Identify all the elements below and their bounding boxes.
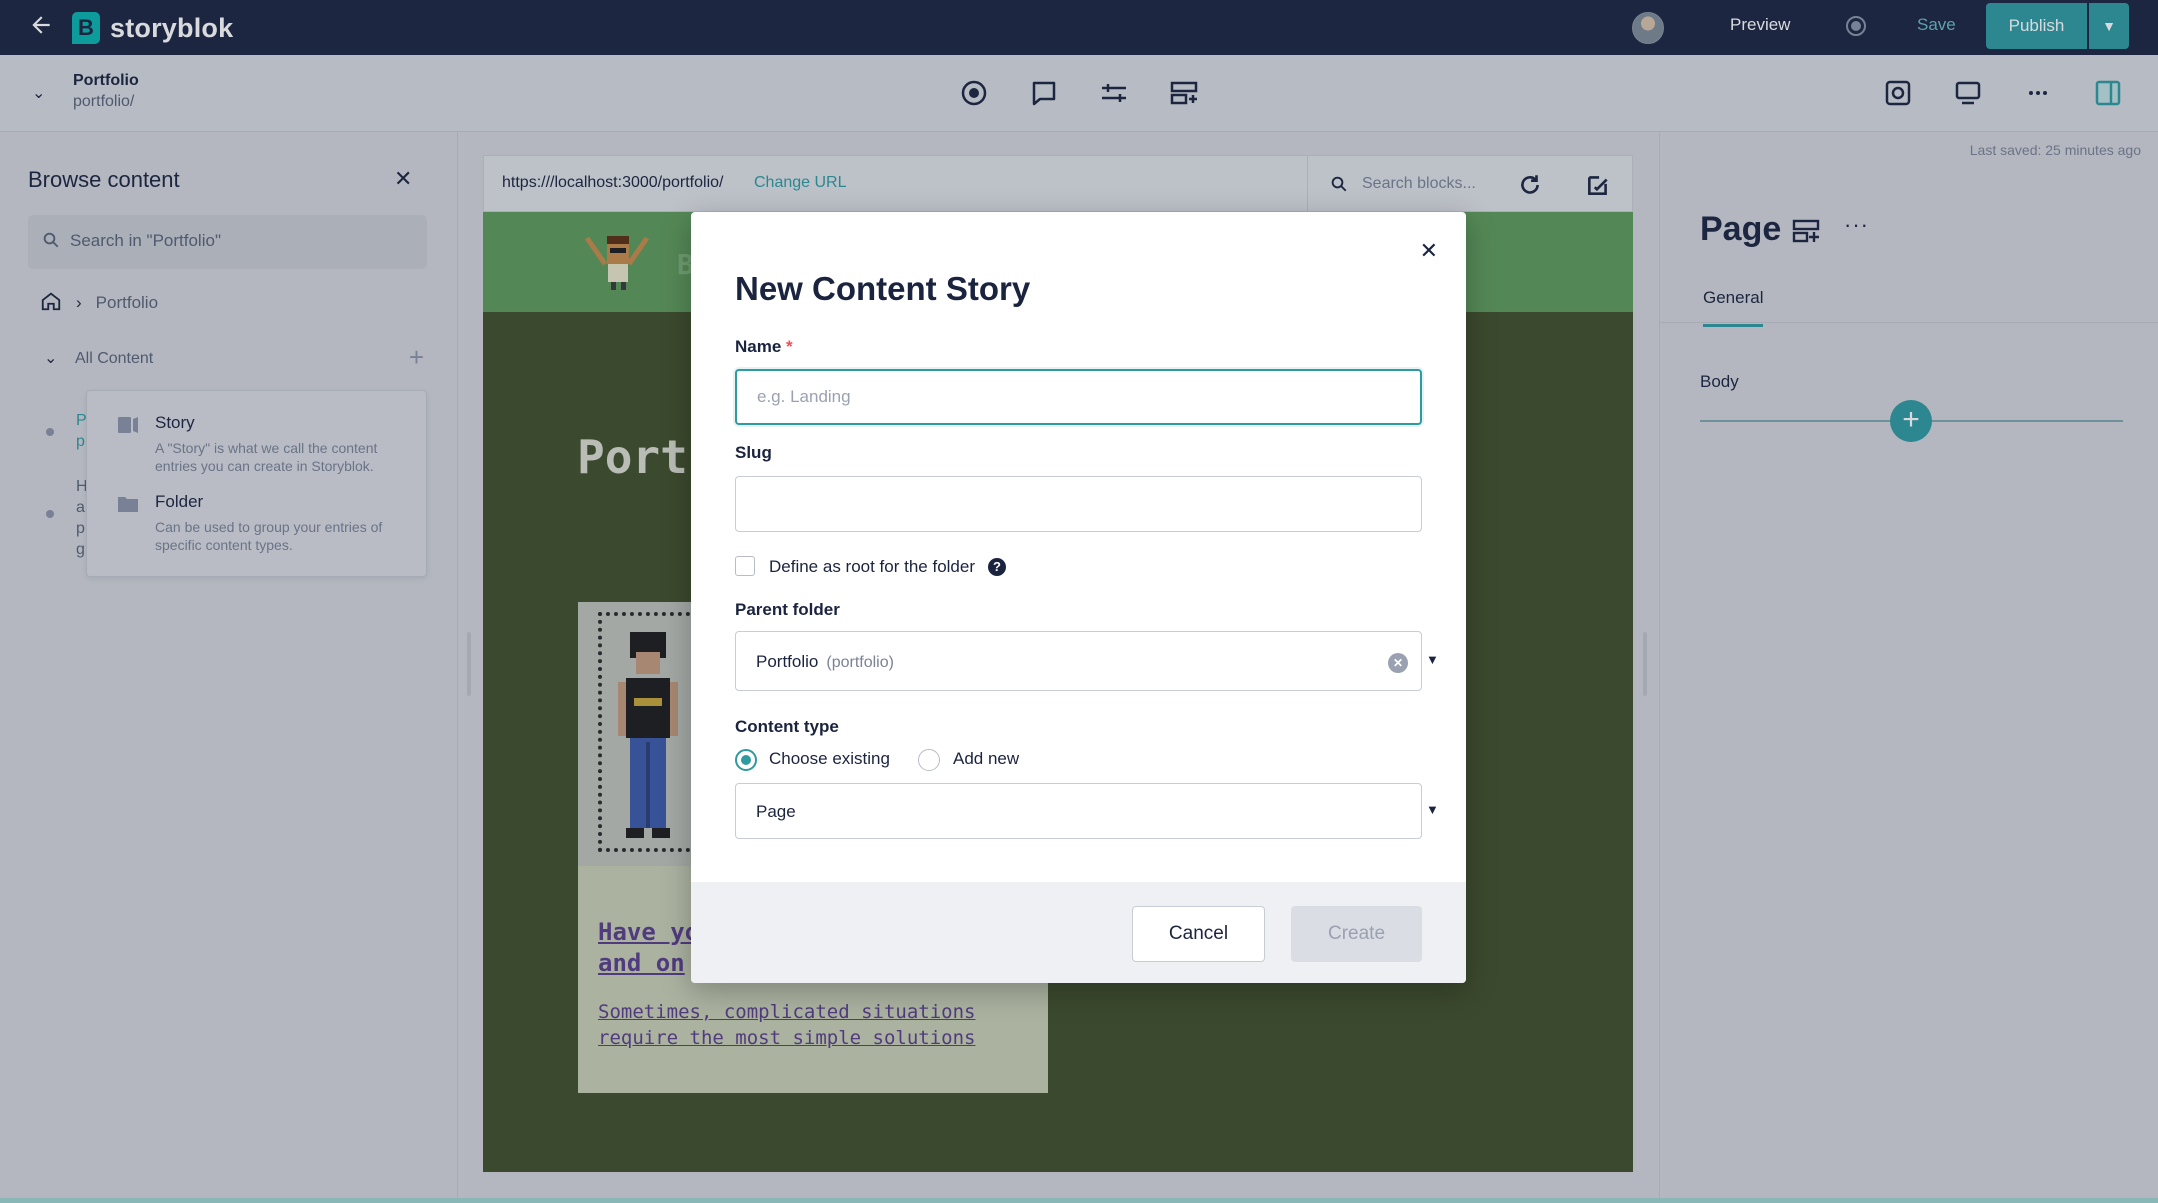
parent-folder-value: Portfolio (portfolio) [756,652,894,672]
name-label: Name * [735,337,793,357]
chevron-down-icon: ▼ [1426,652,1439,667]
chevron-down-icon: ▼ [1426,802,1439,817]
parent-folder-name: Portfolio [756,652,819,671]
parent-folder-label: Parent folder [735,600,840,619]
clear-selection-icon[interactable]: ✕ [1388,653,1408,673]
radio-choose-existing[interactable] [735,749,757,771]
radio-add-new[interactable] [918,749,940,771]
radio-choose-existing-label[interactable]: Choose existing [769,749,890,769]
parent-folder-slug: (portfolio) [826,654,894,671]
dialog-title: New Content Story [735,270,1031,307]
help-icon[interactable]: ? [988,558,1006,576]
cancel-button[interactable]: Cancel [1132,906,1265,962]
content-type-select[interactable]: Page ▼ [735,783,1439,839]
parent-folder-select[interactable]: Portfolio (portfolio) ✕ ▼ [735,631,1439,691]
content-type-label: Content type [735,717,839,736]
content-type-value: Page [756,802,796,821]
create-button[interactable]: Create [1291,906,1422,962]
name-label-text: Name [735,337,782,356]
new-content-story-dialog: ✕ New Content Story Name * Slug Define a… [691,212,1466,983]
required-asterisk: * [786,337,793,356]
radio-add-new-label[interactable]: Add new [953,749,1019,769]
close-icon[interactable]: ✕ [1420,238,1438,264]
root-folder-label[interactable]: Define as root for the folder [769,557,975,577]
slug-label: Slug [735,443,772,462]
slug-input[interactable] [735,476,1422,532]
name-input[interactable] [735,369,1422,425]
root-folder-checkbox[interactable] [735,556,755,576]
